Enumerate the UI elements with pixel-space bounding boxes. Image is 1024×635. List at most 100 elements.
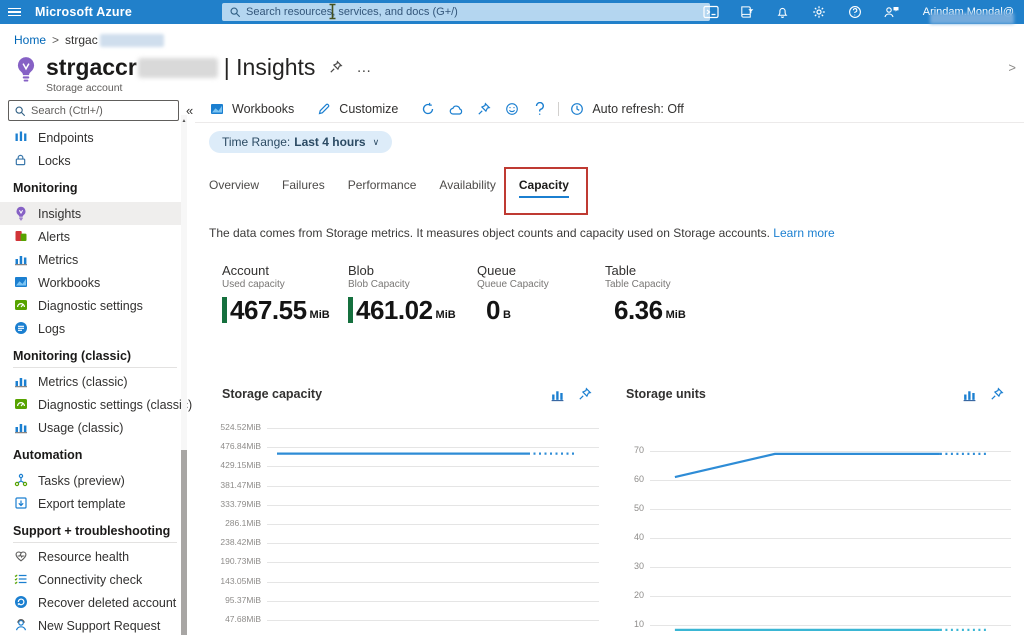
metric-card-table: TableTable Capacity6.36MiB	[605, 263, 731, 324]
diagnostic-icon	[14, 397, 29, 412]
menu-search[interactable]	[8, 100, 179, 121]
y-axis-tick-label: 524.52MiB	[209, 422, 261, 432]
sidebar-item-export-template[interactable]: Export template	[0, 492, 187, 515]
tab-capacity[interactable]: Capacity	[513, 173, 575, 202]
smiley-feedback-icon[interactable]	[504, 101, 520, 117]
sidebar-item-diagnostic-settings[interactable]: Diagnostic settings	[0, 294, 187, 317]
open-chart-icon[interactable]	[550, 387, 565, 402]
sidebar-item-metrics[interactable]: Metrics	[0, 248, 187, 271]
sidebar-item-diagnostic-settings-classic[interactable]: Diagnostic settings (classic)	[0, 393, 187, 416]
y-axis-tick-label: 476.84MiB	[209, 441, 261, 451]
metric-title: Blob	[348, 263, 474, 278]
scrollbar-thumb[interactable]	[181, 450, 187, 635]
sidebar-item-label: Usage (classic)	[38, 421, 123, 435]
metric-card-blob: BlobBlob Capacity461.02MiB	[348, 263, 474, 324]
breadcrumb-current[interactable]: strgac	[65, 33, 98, 47]
sidebar-scrollbar[interactable]: ▲	[181, 115, 187, 635]
redaction-blur	[138, 58, 218, 78]
tasks-icon	[14, 473, 29, 488]
sidebar-item-insights[interactable]: Insights	[0, 202, 187, 225]
feedback-cloud-icon[interactable]	[448, 101, 464, 117]
global-search-input[interactable]	[246, 6, 703, 18]
search-icon	[14, 105, 26, 117]
refresh-icon[interactable]	[420, 101, 436, 117]
sidebar-item-tasks-preview[interactable]: Tasks (preview)	[0, 469, 187, 492]
sidebar-item-label: Alerts	[38, 230, 70, 244]
help-question-icon[interactable]	[847, 4, 863, 20]
sidebar-item-label: New Support Request	[38, 619, 160, 633]
tab-availability[interactable]: Availability	[433, 173, 501, 202]
sidebar-item-usage-classic[interactable]: Usage (classic)	[0, 416, 187, 439]
collapse-menu-icon[interactable]: «	[186, 104, 193, 117]
sidebar-item-label: Metrics (classic)	[38, 375, 128, 389]
topbar: Microsoft Azure Arindam.Mondal@	[0, 0, 1024, 24]
sidebar-item-resource-health[interactable]: Resource health	[0, 545, 187, 568]
open-chart-icon[interactable]	[962, 387, 977, 402]
breadcrumb-separator: >	[52, 33, 59, 47]
global-search[interactable]	[222, 3, 710, 21]
y-axis-tick-label: 20	[622, 590, 644, 600]
y-axis-tick-label: 190.73MiB	[209, 556, 261, 566]
metric-unit: MiB	[310, 309, 330, 321]
scroll-up-icon[interactable]: ▲	[181, 118, 187, 124]
insights-tabs: Overview Failures Performance Availability C…	[203, 173, 575, 202]
y-axis-tick-label: 381.47MiB	[209, 480, 261, 490]
directory-filter-icon[interactable]	[739, 4, 755, 20]
notifications-bell-icon[interactable]	[775, 4, 791, 20]
tab-overview[interactable]: Overview	[203, 173, 265, 202]
sidebar-section-monitoring: Monitoring	[13, 176, 177, 200]
sidebar-item-workbooks[interactable]: Workbooks	[0, 271, 187, 294]
metric-unit: MiB	[666, 309, 686, 321]
sidebar-item-recover-deleted-account[interactable]: Recover deleted account	[0, 591, 187, 614]
metric-title: Queue	[477, 263, 603, 278]
insights-bulb-icon	[14, 206, 29, 221]
pencil-icon	[316, 101, 332, 117]
logs-icon	[14, 321, 29, 336]
workbooks-button[interactable]: Workbooks	[209, 101, 294, 117]
expand-right-icon[interactable]: >	[1008, 60, 1016, 75]
breadcrumb-home-link[interactable]: Home	[14, 33, 46, 47]
feedback-person-icon[interactable]	[883, 4, 899, 20]
resource-health-icon	[14, 549, 29, 564]
sidebar-item-locks[interactable]: Locks	[0, 149, 187, 172]
sidebar-item-metrics-classic[interactable]: Metrics (classic)	[0, 370, 187, 393]
azure-brand-link[interactable]: Microsoft Azure	[35, 5, 132, 19]
menu-search-input[interactable]	[31, 105, 173, 117]
sidebar-item-label: Workbooks	[38, 276, 100, 290]
metric-title: Table	[605, 263, 731, 278]
pin-chart-icon[interactable]	[990, 387, 1005, 402]
pin-blade-icon[interactable]	[329, 60, 344, 75]
y-axis-tick-label: 50	[622, 503, 644, 513]
sidebar-item-endpoints[interactable]: Endpoints	[0, 126, 187, 149]
insights-toolbar: Workbooks Customize Auto refresh: Off	[209, 99, 684, 119]
resource-type-label: Storage account	[46, 82, 372, 94]
pin-icon[interactable]	[476, 101, 492, 117]
sidebar-item-new-support-request[interactable]: New Support Request	[0, 614, 187, 635]
search-icon	[229, 6, 241, 18]
divider	[195, 122, 1024, 123]
y-axis-tick-label: 429.15MiB	[209, 460, 261, 470]
hamburger-menu-icon[interactable]	[8, 8, 21, 17]
more-options-icon[interactable]: …	[356, 64, 372, 72]
sidebar-item-alerts[interactable]: Alerts	[0, 225, 187, 248]
tab-failures[interactable]: Failures	[276, 173, 331, 202]
y-axis-tick-label: 10	[622, 619, 644, 629]
support-request-icon	[14, 618, 29, 633]
sidebar-item-connectivity-check[interactable]: Connectivity check	[0, 568, 187, 591]
learn-more-link[interactable]: Learn more	[773, 226, 834, 240]
time-range-picker[interactable]: Time Range: Last 4 hours ∨	[209, 131, 392, 153]
azure-portal-window: Microsoft Azure Arindam.Mondal@ Home > s…	[0, 0, 1024, 635]
resource-menu: « EndpointsLocksMonitoringInsightsAlerts…	[0, 95, 187, 635]
cloud-shell-icon[interactable]	[703, 4, 719, 20]
sidebar-item-label: Diagnostic settings (classic)	[38, 398, 192, 412]
settings-gear-icon[interactable]	[811, 4, 827, 20]
export-template-icon	[14, 496, 29, 511]
pin-chart-icon[interactable]	[578, 387, 593, 402]
metrics-icon	[14, 420, 29, 435]
customize-button[interactable]: Customize	[316, 101, 398, 117]
auto-refresh-button[interactable]: Auto refresh: Off	[569, 101, 683, 117]
tab-performance[interactable]: Performance	[342, 173, 423, 202]
help-icon[interactable]	[532, 101, 548, 117]
sidebar-item-logs[interactable]: Logs	[0, 317, 187, 340]
alerts-icon	[14, 229, 29, 244]
